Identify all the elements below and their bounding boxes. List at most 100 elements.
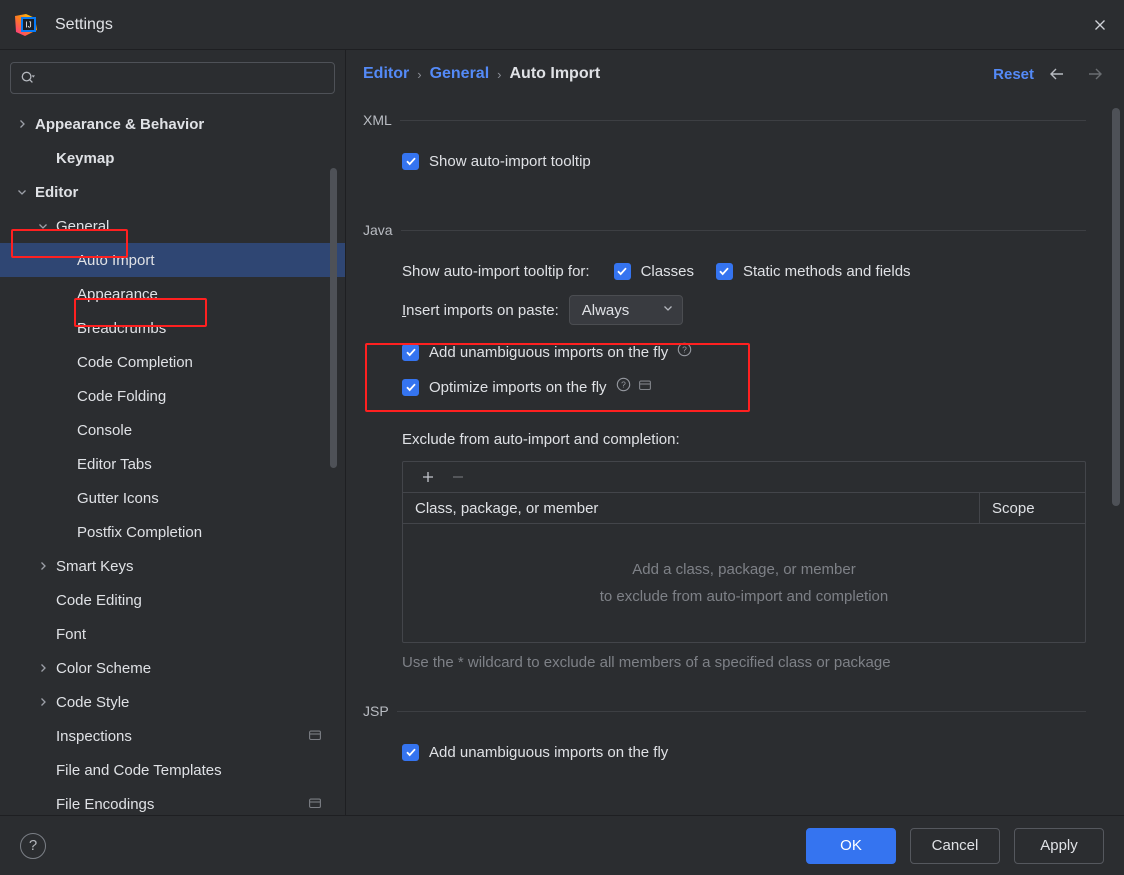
breadcrumb-general[interactable]: General <box>430 65 490 83</box>
label-show-auto-import-tooltip-for: Show auto-import tooltip for: <box>402 262 590 280</box>
group-header-xml: XML <box>363 110 1086 130</box>
chevron-right-icon[interactable] <box>35 694 51 710</box>
breadcrumb-bar: Editor › General › Auto Import Reset <box>346 50 1124 98</box>
sidebar-item-label: Postfix Completion <box>77 523 203 541</box>
sidebar-item-label: Auto Import <box>77 251 155 269</box>
checkbox-add-unambiguous-imports-on-the-fly[interactable] <box>402 343 419 361</box>
apply-button[interactable]: Apply <box>1014 827 1104 864</box>
sidebar-item-file-encodings[interactable]: File Encodings <box>0 787 345 815</box>
group-separator-line <box>400 229 1086 231</box>
sidebar-item-label: Console <box>77 421 133 439</box>
row-tooltip-for: Show auto-import tooltip for: Classes St… <box>363 256 1086 286</box>
sidebar-item-label: Appearance & Behavior <box>35 115 205 133</box>
checkbox-static-methods-and-fields[interactable] <box>715 262 733 280</box>
chevron-right-icon[interactable] <box>35 558 51 574</box>
breadcrumb-separator: › <box>417 66 422 82</box>
chevron-right-icon[interactable] <box>35 660 51 676</box>
cancel-button[interactable]: Cancel <box>910 827 1000 864</box>
sidebar-item-label: Code Folding <box>77 387 167 405</box>
sidebar-item-file-and-code-templates[interactable]: File and Code Templates <box>0 753 345 787</box>
checkbox-optimize-imports-on-the-fly[interactable] <box>402 378 419 396</box>
sidebar-item-postfix-completion[interactable]: Postfix Completion <box>0 515 345 549</box>
title-bar: IJ Settings <box>0 0 1124 50</box>
checkbox-label: Add unambiguous imports on the fly <box>429 343 669 361</box>
sidebar-item-code-completion[interactable]: Code Completion <box>0 345 345 379</box>
exclude-table-container: Class, package, or member Scope Add a cl… <box>363 461 1086 671</box>
sidebar-item-smart-keys[interactable]: Smart Keys <box>0 549 345 583</box>
ok-button[interactable]: OK <box>806 827 896 864</box>
plus-icon[interactable] <box>415 465 441 489</box>
arrow-right-icon <box>1080 59 1110 89</box>
row-xml-show-tooltip[interactable]: Show auto-import tooltip <box>363 146 1086 176</box>
svg-text:?: ? <box>621 380 626 390</box>
dropdown-insert-imports-on-paste[interactable]: Always <box>568 295 683 325</box>
checkbox-classes[interactable] <box>613 262 631 280</box>
table-toolbar <box>403 462 1085 493</box>
main-panel-scrollbar[interactable] <box>1112 108 1120 506</box>
row-add-unambiguous-imports[interactable]: Add unambiguous imports on the fly ? <box>363 337 1086 367</box>
sidebar-item-code-editing[interactable]: Code Editing <box>0 583 345 617</box>
project-scope-icon <box>638 378 651 396</box>
sidebar-item-font[interactable]: Font <box>0 617 345 651</box>
sidebar-item-editor-tabs[interactable]: Editor Tabs <box>0 447 345 481</box>
sidebar-item-label: Keymap <box>56 149 115 167</box>
sidebar-item-code-style[interactable]: Code Style <box>0 685 345 719</box>
chevron-down-icon[interactable] <box>14 184 30 200</box>
settings-sidebar: Appearance & Behavior Keymap Editor General… <box>0 50 345 815</box>
search-area <box>0 50 345 94</box>
sidebar-item-color-scheme[interactable]: Color Scheme <box>0 651 345 685</box>
sidebar-item-console[interactable]: Console <box>0 413 345 447</box>
sidebar-item-label: Editor Tabs <box>77 455 152 473</box>
close-icon[interactable] <box>1076 0 1124 49</box>
sidebar-item-label: File Encodings <box>56 795 155 813</box>
sidebar-item-label: Appearance <box>77 285 158 303</box>
checkbox-label-classes: Classes <box>640 262 694 280</box>
label-insert-imports-on-paste: Insert imports on paste: <box>402 302 559 319</box>
checkbox-label: Add unambiguous imports on the fly <box>429 743 669 761</box>
help-icon[interactable]: ? <box>677 342 692 362</box>
group-header-jsp: JSP <box>363 701 1086 721</box>
checkbox-xml-show-auto-import-tooltip[interactable] <box>402 152 419 170</box>
sidebar-item-label: Smart Keys <box>56 557 134 575</box>
search-input[interactable] <box>42 70 325 86</box>
sidebar-item-appearance[interactable]: Appearance <box>0 277 345 311</box>
breadcrumb-auto-import: Auto Import <box>509 65 601 82</box>
sidebar-item-code-folding[interactable]: Code Folding <box>0 379 345 413</box>
sidebar-item-keymap[interactable]: Keymap <box>0 141 345 175</box>
checkbox-jsp-add-unambiguous-imports[interactable] <box>402 743 419 761</box>
search-box[interactable] <box>10 62 335 94</box>
group-separator-line <box>399 119 1086 121</box>
sidebar-item-appearance-behavior[interactable]: Appearance & Behavior <box>0 107 345 141</box>
sidebar-item-gutter-icons[interactable]: Gutter Icons <box>0 481 345 515</box>
row-optimize-imports[interactable]: Optimize imports on the fly ? <box>363 372 1086 402</box>
sidebar-item-auto-import[interactable]: Auto Import <box>0 243 345 277</box>
breadcrumb-editor[interactable]: Editor <box>363 65 409 83</box>
row-jsp-add-unambiguous[interactable]: Add unambiguous imports on the fly <box>363 737 1086 767</box>
sidebar-item-label: Inspections <box>56 727 132 745</box>
help-icon[interactable]: ? <box>616 377 631 397</box>
row-exclude-label: Exclude from auto-import and completion: <box>363 424 1086 454</box>
sidebar-item-breadcrumbs[interactable]: Breadcrumbs <box>0 311 345 345</box>
sidebar-item-label: Code Completion <box>77 353 193 371</box>
highlighted-checkbox-group: Add unambiguous imports on the fly ? Opt… <box>363 337 1086 412</box>
chevron-down-icon[interactable] <box>35 218 51 234</box>
sidebar-item-label: General <box>56 217 110 235</box>
chevron-right-icon[interactable] <box>14 116 30 132</box>
arrow-left-icon[interactable] <box>1042 59 1072 89</box>
row-insert-imports-on-paste: Insert imports on paste: Always <box>363 295 1086 325</box>
sidebar-item-editor[interactable]: Editor <box>0 175 345 209</box>
sidebar-scrollbar[interactable] <box>330 168 337 468</box>
checkbox-label-static-methods: Static methods and fields <box>742 262 911 280</box>
sidebar-item-label: Font <box>56 625 87 643</box>
reset-button[interactable]: Reset <box>993 66 1034 83</box>
sidebar-item-inspections[interactable]: Inspections <box>0 719 345 753</box>
help-icon[interactable]: ? <box>20 832 46 859</box>
search-icon <box>20 70 36 86</box>
sidebar-item-general[interactable]: General <box>0 209 345 243</box>
